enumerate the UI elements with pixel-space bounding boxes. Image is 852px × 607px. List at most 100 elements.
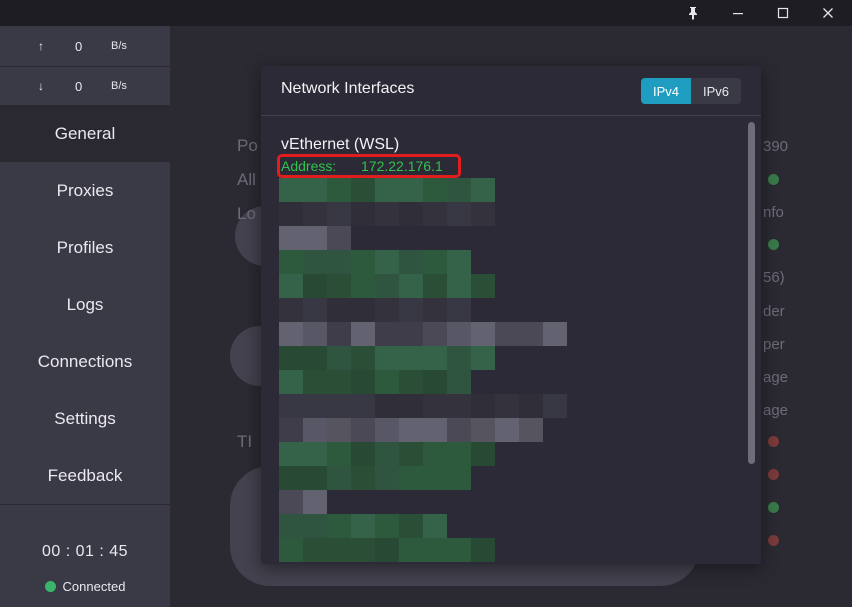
- sidebar-item-label: Proxies: [56, 180, 114, 200]
- redaction-block: [423, 298, 447, 322]
- bg-value: der: [763, 303, 785, 320]
- sidebar-item-general[interactable]: General: [0, 105, 170, 162]
- redaction-block: [447, 466, 471, 490]
- redaction-block: [423, 418, 447, 442]
- redaction-block: [399, 346, 423, 370]
- redaction-block: [279, 226, 303, 250]
- redaction-block: [327, 226, 351, 250]
- redaction-block: [303, 322, 327, 346]
- network-interfaces-dialog: Network Interfaces IPv4 IPv6 vEthernet (…: [261, 66, 761, 564]
- redaction-block: [303, 418, 327, 442]
- redaction-block: [399, 538, 423, 562]
- redaction-block: [375, 202, 399, 226]
- redaction-block: [279, 178, 303, 202]
- sidebar-item-logs[interactable]: Logs: [0, 276, 170, 333]
- redaction-block: [447, 274, 471, 298]
- redaction-block: [447, 202, 471, 226]
- status-label: Connected: [62, 579, 126, 594]
- redaction-block: [447, 538, 471, 562]
- redaction-block: [471, 418, 495, 442]
- bg-status-dot-icon: [768, 502, 779, 513]
- redaction-block: [303, 250, 327, 274]
- redaction-block: [447, 250, 471, 274]
- status-dot-icon: [44, 581, 56, 592]
- redaction-block: [423, 202, 447, 226]
- redaction-block: [447, 394, 471, 418]
- redaction-block: [375, 466, 399, 490]
- redaction-block: [351, 322, 375, 346]
- sidebar-item-feedback[interactable]: Feedback: [0, 447, 170, 504]
- redaction-block: [303, 226, 327, 250]
- bg-status-dot-icon: [768, 174, 779, 185]
- redaction-block: [303, 274, 327, 298]
- redaction-block: [351, 538, 375, 562]
- redaction-block: [471, 274, 495, 298]
- redaction-block: [375, 370, 399, 394]
- redaction-block: [471, 322, 495, 346]
- sidebar-item-label: Profiles: [56, 237, 114, 257]
- sidebar-item-label: General: [54, 123, 116, 143]
- upload-unit: B/s: [111, 40, 127, 52]
- redaction-block: [423, 178, 447, 202]
- sidebar-item-label: Connections: [37, 351, 133, 371]
- redaction-block: [279, 514, 303, 538]
- minimize-icon[interactable]: [715, 0, 761, 26]
- redaction-block: [399, 370, 423, 394]
- redaction-block: [375, 274, 399, 298]
- maximize-icon[interactable]: [760, 0, 806, 26]
- redaction-block: [375, 442, 399, 466]
- redaction-block: [423, 442, 447, 466]
- redaction-block: [303, 442, 327, 466]
- redaction-block: [447, 322, 471, 346]
- sidebar: ↑ 0 B/s ↓ 0 B/s General Proxies Profiles…: [0, 26, 170, 607]
- upload-value: 0: [75, 38, 83, 54]
- pin-icon[interactable]: [670, 0, 716, 26]
- bg-value: 56): [763, 269, 785, 286]
- download-arrow-icon: ↓: [38, 79, 44, 93]
- redaction-block: [351, 178, 375, 202]
- redaction-block: [303, 466, 327, 490]
- redaction-block: [375, 250, 399, 274]
- sidebar-item-proxies[interactable]: Proxies: [0, 162, 170, 219]
- divider: [0, 504, 170, 505]
- redaction-block: [375, 514, 399, 538]
- redaction-block: [351, 250, 375, 274]
- close-icon[interactable]: [805, 0, 851, 26]
- redaction-block: [495, 418, 519, 442]
- redaction-block: [279, 418, 303, 442]
- address-label: Address:: [281, 158, 337, 174]
- redaction-block: [327, 346, 351, 370]
- redaction-block: [375, 298, 399, 322]
- bg-status-dot-icon: [768, 535, 779, 546]
- sidebar-item-connections[interactable]: Connections: [0, 333, 170, 390]
- ipv4-option[interactable]: IPv4: [641, 78, 691, 104]
- redaction-block: [279, 298, 303, 322]
- scrollbar[interactable]: [748, 122, 755, 464]
- sidebar-item-settings[interactable]: Settings: [0, 390, 170, 447]
- redaction-block: [519, 322, 543, 346]
- ipv6-option[interactable]: IPv6: [691, 78, 741, 104]
- redaction-block: [423, 370, 447, 394]
- redaction-block: [471, 202, 495, 226]
- redaction-block: [327, 418, 351, 442]
- redaction-block: [447, 298, 471, 322]
- redaction-block: [327, 298, 351, 322]
- upload-arrow-icon: ↑: [38, 39, 44, 53]
- redaction-block: [351, 442, 375, 466]
- redaction-block: [471, 346, 495, 370]
- bg-value: per: [763, 336, 785, 353]
- redaction-block: [399, 178, 423, 202]
- redaction-block: [351, 466, 375, 490]
- redaction-block: [471, 394, 495, 418]
- redaction-block: [447, 346, 471, 370]
- sidebar-item-profiles[interactable]: Profiles: [0, 219, 170, 276]
- redaction-block: [303, 370, 327, 394]
- redaction-block: [351, 514, 375, 538]
- redaction-block: [279, 370, 303, 394]
- redaction-block: [303, 298, 327, 322]
- redaction-block: [423, 346, 447, 370]
- redaction-block: [327, 466, 351, 490]
- redaction-block: [327, 394, 351, 418]
- redaction-block: [375, 538, 399, 562]
- redaction-block: [327, 322, 351, 346]
